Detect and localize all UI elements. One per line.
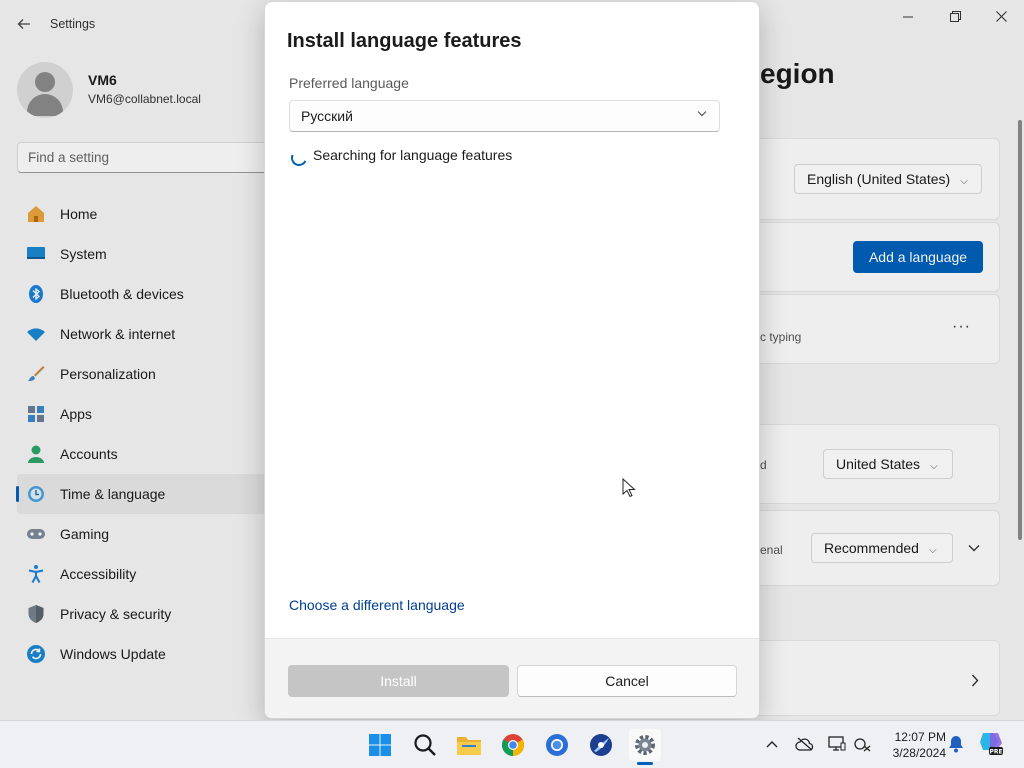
browser-icon (590, 734, 612, 756)
install-button[interactable]: Install (288, 665, 509, 697)
chrome-button[interactable] (497, 729, 529, 761)
display-tray-button[interactable] (828, 736, 846, 755)
cloud-off-icon (795, 737, 814, 751)
network-icon (854, 738, 871, 752)
search-icon (414, 734, 436, 756)
chrome-alt-button[interactable] (541, 729, 573, 761)
start-button[interactable] (364, 729, 396, 761)
notifications-button[interactable] (948, 735, 964, 756)
network-tray-button[interactable] (854, 736, 872, 755)
chrome-icon (502, 734, 524, 756)
display-icon (828, 736, 846, 751)
loading-spinner-icon (288, 147, 310, 169)
chevron-down-icon (697, 109, 707, 120)
svg-text:PRE: PRE (989, 749, 1002, 756)
browser-button[interactable] (585, 729, 617, 761)
chrome-alt-icon (546, 734, 568, 756)
settings-icon (635, 735, 655, 755)
dialog-title: Install language features (287, 30, 522, 52)
preferred-language-label: Preferred language (289, 75, 409, 91)
clock-time: 12:07 PM (894, 730, 946, 744)
dialog-footer: Install Cancel (265, 638, 759, 718)
install-language-features-dialog: Install language features Preferred lang… (264, 1, 760, 719)
copilot-pre-icon: PRE (980, 733, 1003, 756)
mouse-cursor-icon (622, 478, 636, 498)
preferred-language-select[interactable]: Русский (289, 100, 720, 132)
onedrive-tray-button[interactable] (795, 737, 815, 754)
cancel-button[interactable]: Cancel (517, 665, 737, 697)
show-hidden-icons-button[interactable] (766, 735, 778, 751)
taskbar-clock[interactable]: 12:07 PM 3/28/2024 (880, 729, 946, 761)
preferred-language-value: Русский (301, 108, 353, 124)
choose-different-language-link[interactable]: Choose a different language (289, 597, 465, 613)
active-app-indicator (637, 762, 653, 765)
status-text: Searching for language features (313, 147, 513, 163)
notification-bell-icon (949, 736, 963, 753)
copilot-button[interactable]: PRE (978, 730, 1004, 761)
file-explorer-button[interactable] (453, 729, 485, 761)
windows-start-icon (369, 734, 391, 756)
clock-date: 3/28/2024 (892, 746, 946, 760)
taskbar-search-button[interactable] (409, 729, 441, 761)
taskbar: 12:07 PM 3/28/2024 PRE (0, 720, 1024, 768)
file-explorer-icon (457, 737, 481, 755)
settings-app-button[interactable] (629, 729, 661, 761)
chevron-up-icon (766, 741, 778, 748)
